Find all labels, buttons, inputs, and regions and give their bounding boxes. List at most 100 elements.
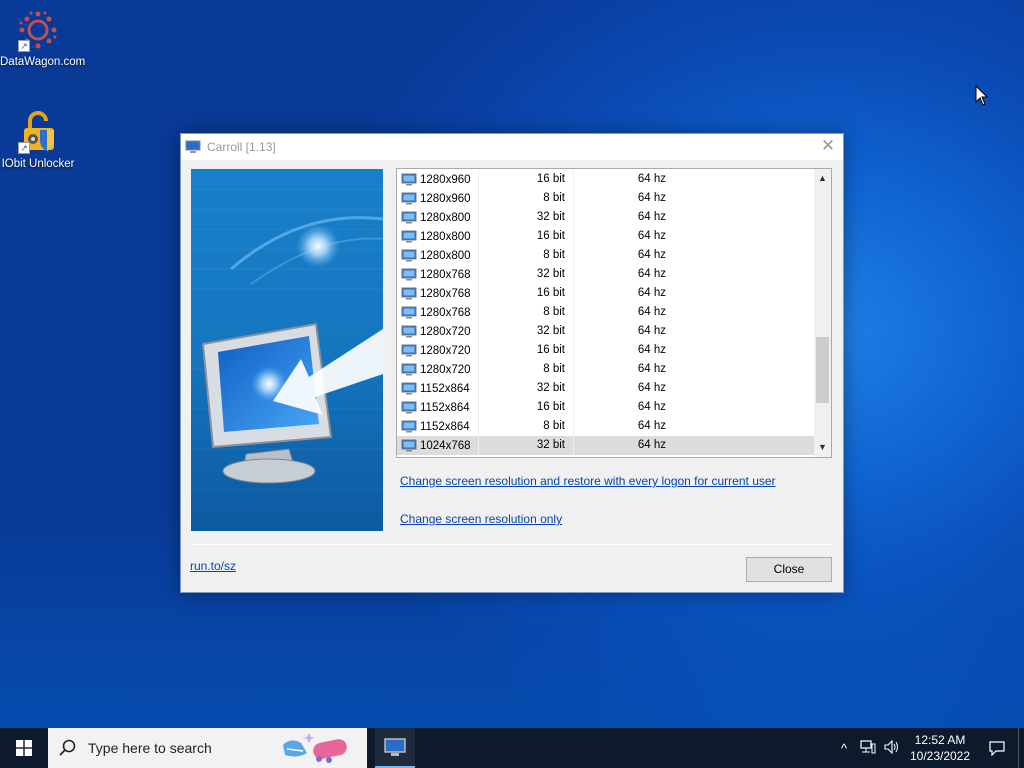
resolution-row[interactable]: 1280x768 16 bit 64 hz	[397, 284, 815, 303]
bit-depth-cell: 32 bit	[478, 265, 573, 284]
refresh-rate-cell: 64 hz	[573, 398, 672, 417]
refresh-rate-cell: 64 hz	[573, 417, 672, 436]
taskbar-app-carroll[interactable]	[375, 728, 415, 768]
notification-icon[interactable]	[976, 728, 1018, 768]
volume-icon[interactable]	[880, 739, 904, 757]
link-change-and-restore[interactable]: Change screen resolution and restore wit…	[400, 474, 776, 488]
windows-logo-icon	[16, 740, 32, 756]
monitor-icon	[401, 306, 417, 319]
bit-depth-cell: 16 bit	[478, 398, 573, 417]
desktop-icon-datawagon[interactable]: ↗ DataWagon.com	[0, 8, 86, 70]
window-close-button[interactable]: ✕	[813, 134, 843, 160]
taskbar-search-box[interactable]: Type here to search	[48, 728, 367, 768]
refresh-rate-cell: 64 hz	[573, 303, 672, 322]
monitor-icon	[401, 211, 417, 224]
search-highlight-icon	[283, 733, 347, 763]
resolution-cell: 1280x768	[397, 306, 478, 319]
resolution-rows: 1280x960 16 bit 64 hz 1280x960 8 bit 64 hz 128…	[397, 170, 815, 455]
bit-depth-cell: 8 bit	[478, 360, 573, 379]
mouse-cursor-icon	[975, 85, 989, 106]
list-scrollbar[interactable]: ▲ ▼	[814, 169, 831, 457]
resolution-row[interactable]: 1280x800 16 bit 64 hz	[397, 227, 815, 246]
resolution-text: 1152x864	[420, 401, 470, 414]
refresh-rate-cell: 64 hz	[573, 246, 672, 265]
bit-depth-cell: 32 bit	[478, 322, 573, 341]
refresh-rate-cell: 64 hz	[573, 284, 672, 303]
close-button[interactable]: Close	[746, 557, 832, 582]
gear-dots-icon: ↗	[16, 8, 60, 52]
window-titlebar[interactable]: Carroll [1.13] ✕	[181, 134, 843, 160]
monitor-icon	[401, 173, 417, 186]
clock-time: 12:52 AM	[914, 733, 966, 747]
resolution-row[interactable]: 1280x800 8 bit 64 hz	[397, 246, 815, 265]
carroll-window: Carroll [1.13] ✕ 1280x960 16 bit 64 hz 1…	[180, 133, 844, 593]
resolution-row[interactable]: 1152x864 32 bit 64 hz	[397, 379, 815, 398]
monitor-icon	[401, 249, 417, 262]
monitor-icon	[401, 325, 417, 338]
show-desktop-button[interactable]	[1018, 728, 1024, 768]
resolution-row[interactable]: 1280x960 16 bit 64 hz	[397, 170, 815, 189]
scroll-up-icon[interactable]: ▲	[814, 170, 831, 187]
resolution-row[interactable]: 1280x720 8 bit 64 hz	[397, 360, 815, 379]
resolution-row[interactable]: 1280x768 32 bit 64 hz	[397, 265, 815, 284]
resolution-text: 1280x720	[420, 363, 471, 376]
taskbar-clock[interactable]: 12:52 AM 10/23/2022	[904, 732, 976, 764]
monitor-icon	[401, 420, 417, 433]
bit-depth-cell: 32 bit	[478, 436, 573, 455]
resolution-row[interactable]: 1280x960 8 bit 64 hz	[397, 189, 815, 208]
desktop-icon-iobit-unlocker[interactable]: ↗ IObit Unlocker	[0, 110, 76, 172]
resolution-list[interactable]: 1280x960 16 bit 64 hz 1280x960 8 bit 64 hz 128…	[396, 168, 832, 458]
refresh-rate-cell: 64 hz	[573, 227, 672, 246]
banner-image	[191, 169, 383, 531]
monitor-icon	[401, 401, 417, 414]
refresh-rate-cell: 64 hz	[573, 360, 672, 379]
scroll-down-icon[interactable]: ▼	[814, 439, 831, 456]
taskbar: Type here to search ^ 12:52 AM 10/23/202…	[0, 728, 1024, 768]
resolution-cell: 1280x720	[397, 344, 478, 357]
link-change-only[interactable]: Change screen resolution only	[400, 512, 562, 526]
resolution-text: 1024x768	[420, 439, 471, 452]
refresh-rate-cell: 64 hz	[573, 322, 672, 341]
bit-depth-cell: 32 bit	[478, 379, 573, 398]
refresh-rate-cell: 64 hz	[573, 189, 672, 208]
network-icon[interactable]	[856, 739, 880, 757]
resolution-row[interactable]: 1280x720 16 bit 64 hz	[397, 341, 815, 360]
resolution-row[interactable]: 1280x768 8 bit 64 hz	[397, 303, 815, 322]
monitor-app-icon	[384, 738, 406, 756]
start-button[interactable]	[0, 728, 48, 768]
desktop-icon-label: IObit Unlocker	[1, 158, 75, 170]
resolution-cell: 1280x720	[397, 363, 478, 376]
resolution-cell: 1152x864	[397, 401, 478, 414]
resolution-row[interactable]: 1152x864 8 bit 64 hz	[397, 417, 815, 436]
chevron-up-icon[interactable]: ^	[832, 741, 856, 756]
search-placeholder: Type here to search	[88, 740, 212, 756]
shortcut-arrow-icon: ↗	[18, 142, 30, 154]
refresh-rate-cell: 64 hz	[573, 379, 672, 398]
resolution-cell: 1280x800	[397, 211, 478, 224]
resolution-row[interactable]: 1152x864 16 bit 64 hz	[397, 398, 815, 417]
resolution-cell: 1280x720	[397, 325, 478, 338]
bit-depth-cell: 16 bit	[478, 170, 573, 189]
resolution-text: 1280x768	[420, 306, 471, 319]
bit-depth-cell: 32 bit	[478, 208, 573, 227]
monitor-icon	[401, 287, 417, 300]
resolution-cell: 1152x864	[397, 420, 478, 433]
monitor-icon	[401, 382, 417, 395]
bit-depth-cell: 16 bit	[478, 341, 573, 360]
scrollbar-thumb[interactable]	[816, 337, 829, 403]
link-run-to-sz[interactable]: run.to/sz	[190, 559, 236, 573]
resolution-row[interactable]: 1280x720 32 bit 64 hz	[397, 322, 815, 341]
resolution-cell: 1280x960	[397, 173, 478, 186]
bit-depth-cell: 8 bit	[478, 189, 573, 208]
resolution-text: 1280x800	[420, 249, 471, 262]
resolution-row[interactable]: 1024x768 32 bit 64 hz	[397, 436, 815, 455]
bit-depth-cell: 8 bit	[478, 303, 573, 322]
desktop-icon-label: DataWagon.com	[0, 56, 86, 68]
monitor-icon	[401, 192, 417, 205]
bit-depth-cell: 8 bit	[478, 417, 573, 436]
refresh-rate-cell: 64 hz	[573, 170, 672, 189]
resolution-text: 1280x960	[420, 173, 471, 186]
resolution-row[interactable]: 1280x800 32 bit 64 hz	[397, 208, 815, 227]
resolution-cell: 1280x768	[397, 287, 478, 300]
monitor-icon	[401, 268, 417, 281]
